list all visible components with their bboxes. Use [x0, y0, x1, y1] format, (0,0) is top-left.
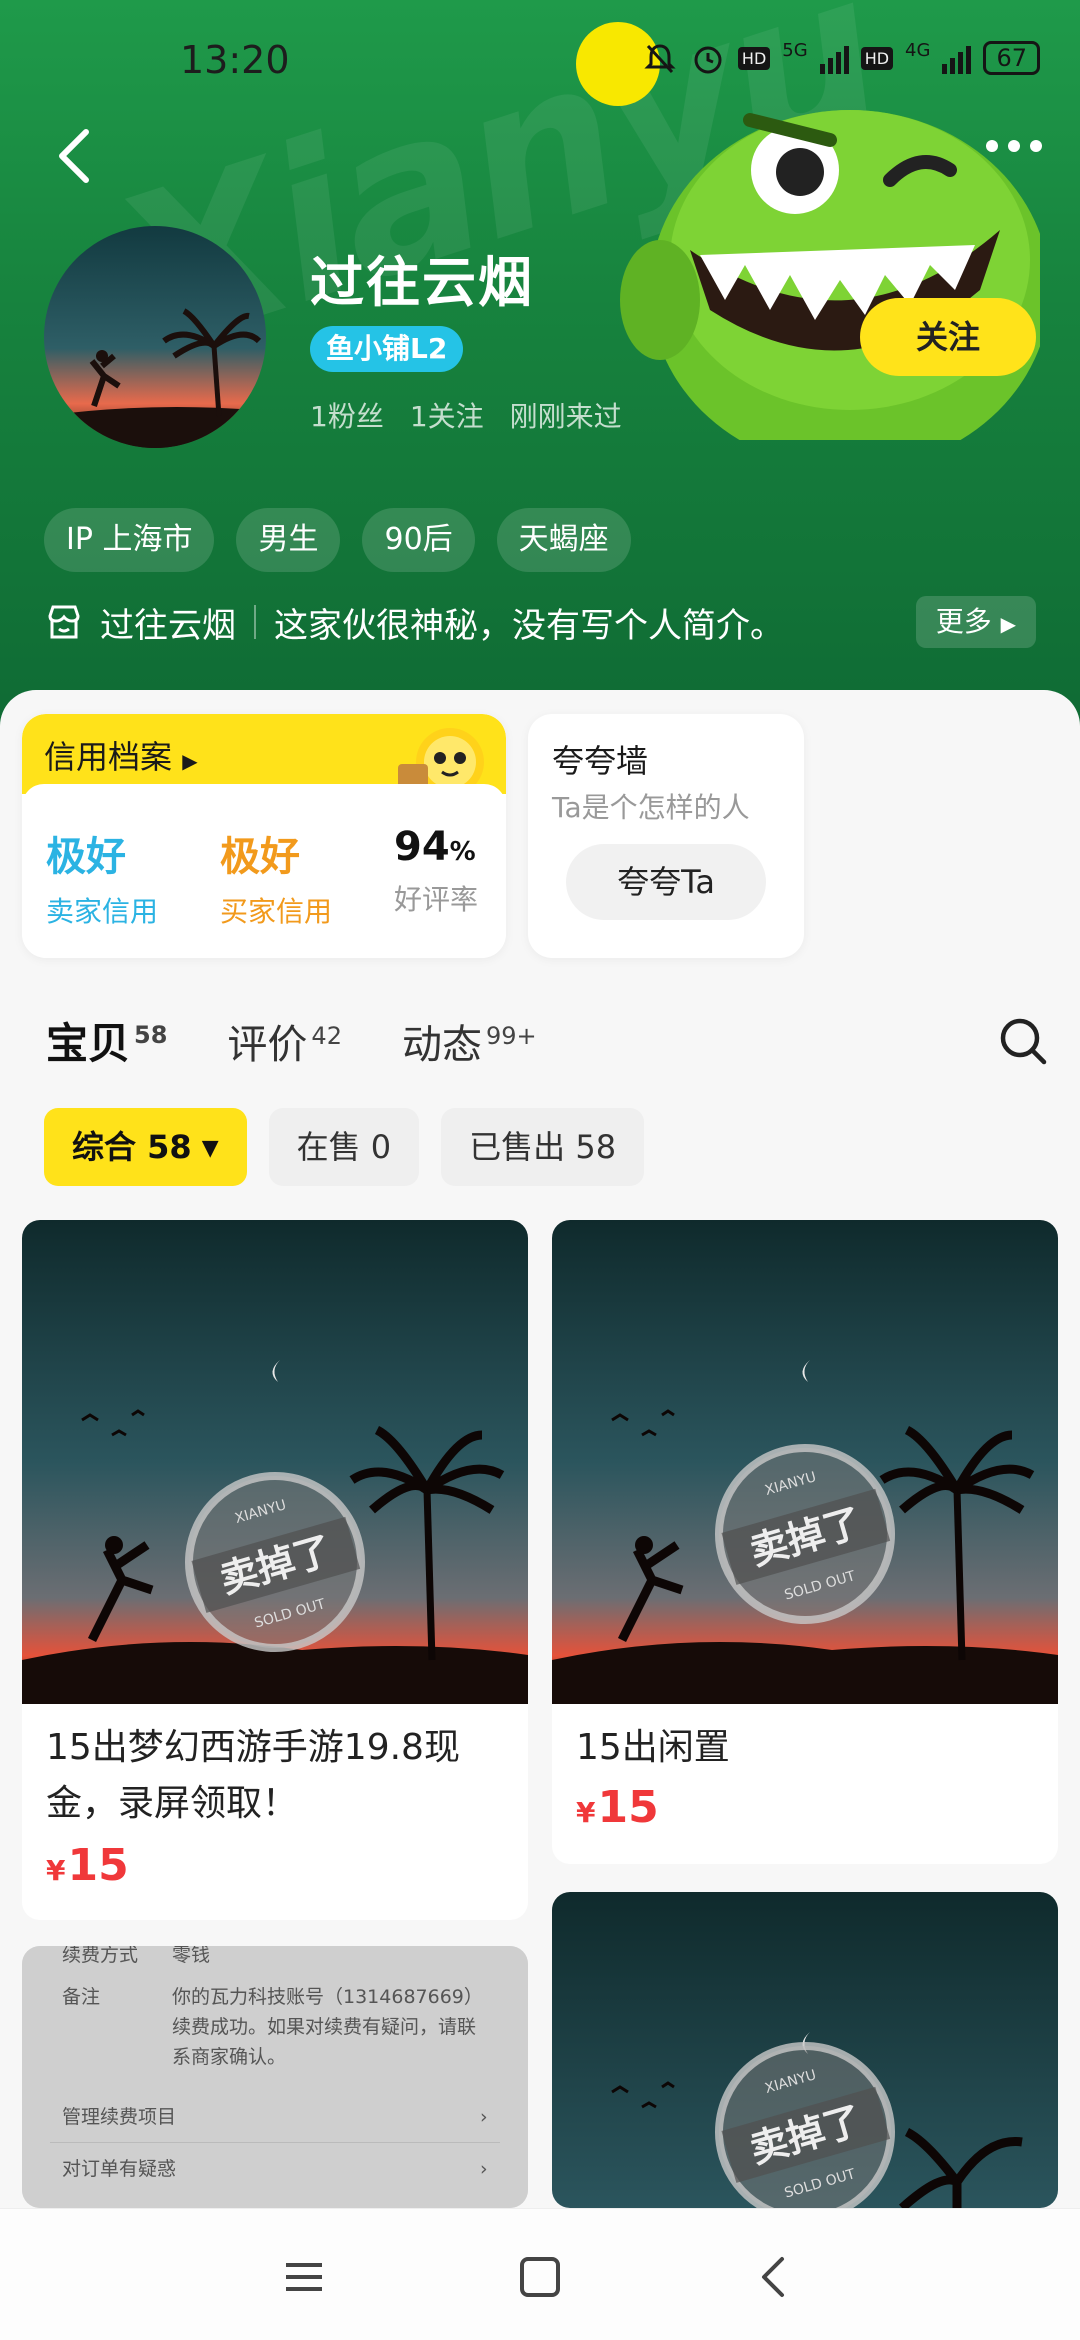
more-dots-icon[interactable] — [986, 140, 1042, 152]
signal-icon — [819, 42, 849, 74]
caret-right-icon: ▶ — [1000, 612, 1016, 636]
product-price: ¥15 — [576, 1782, 659, 1833]
buyer-credit-label: 买家信用 — [220, 895, 333, 928]
praise-wall-card: 夸夸墙 Ta是个怎样的人 夸夸Ta — [528, 714, 804, 958]
receipt-line: 备注 — [62, 1986, 101, 2008]
chevron-right-icon: › — [480, 2106, 488, 2128]
following-count[interactable]: 1关注 — [410, 395, 484, 435]
shop-level-badge[interactable]: 鱼小铺L2 — [310, 326, 464, 372]
credit-title: 信用档案 ▶ — [44, 738, 198, 776]
profile-stats: 1粉丝 1关注 刚刚来过 — [310, 395, 622, 435]
mute-bell-icon — [644, 44, 676, 74]
profile-intro: 过往云烟 这家伙很神秘，没有写个人简介。 更多 ▶ — [44, 592, 1036, 652]
menu-icon[interactable] — [280, 2253, 328, 2301]
store-icon — [48, 605, 80, 639]
back-arrow-icon[interactable] — [46, 120, 106, 190]
seller-credit-value: 极好 — [46, 834, 126, 880]
hd-badge-2: HD — [860, 46, 894, 70]
intro-divider — [254, 605, 256, 639]
last-seen: 刚刚来过 — [509, 400, 622, 433]
profile-tags: IP 上海市 男生 90后 天蝎座 — [44, 508, 631, 572]
receipt-line: 对订单有疑惑 — [62, 2158, 177, 2180]
content-tabs: 宝贝 58 评价 42 动态 99+ — [46, 1010, 537, 1080]
product-price: ¥15 — [46, 1840, 129, 1891]
filter-bar: 综合 58 ▼ 在售 0 已售出 58 — [44, 1108, 645, 1186]
status-bar: 13:20 HD 5G HD 4G 67 — [0, 0, 1080, 120]
fans-count[interactable]: 1粉丝 — [310, 395, 384, 435]
positive-rate: 94% 好评率 — [394, 824, 478, 918]
tag-age: 90后 — [362, 508, 475, 572]
praise-subtitle: Ta是个怎样的人 — [552, 791, 750, 824]
product-card[interactable]: 卖掉了 XIANYU SOLD OUT — [552, 1892, 1058, 2208]
positive-rate-unit: % — [449, 837, 476, 867]
receipt-line: 你的瓦力科技账号（1314687669）续费成功。如果对续费有疑问，请联系商家确… — [172, 1986, 483, 2068]
product-card[interactable]: 续费方式 零钱 备注 你的瓦力科技账号（1314687669）续费成功。如果对续… — [22, 1946, 528, 2208]
credit-profile-card[interactable]: 信用档案 ▶ 极好 卖家信用 极好 买家信用 94% 好评率 — [22, 714, 506, 958]
tab-moments[interactable]: 动态 99+ — [402, 1012, 537, 1070]
tag-zodiac: 天蝎座 — [496, 508, 631, 572]
tab-reviews[interactable]: 评价 42 — [227, 1012, 342, 1070]
signal-icon-2 — [942, 42, 972, 74]
product-card[interactable]: 卖掉了 XIANYU SOLD OUT 15出闲置 ¥15 — [552, 1220, 1058, 1864]
positive-rate-label: 好评率 — [394, 883, 479, 916]
seller-credit-label: 卖家信用 — [46, 895, 159, 928]
status-time: 13:20 — [180, 38, 290, 82]
intro-more-label: 更多 — [935, 605, 992, 638]
battery-indicator: 67 — [983, 41, 1040, 75]
nickname: 过往云烟 — [310, 251, 534, 314]
praise-title: 夸夸墙 — [552, 742, 649, 780]
follow-button[interactable]: 关注 — [860, 298, 1036, 376]
intro-text: 这家伙很神秘，没有写个人简介。 — [274, 605, 784, 646]
filter-sold[interactable]: 已售出 58 — [441, 1108, 645, 1186]
seller-credit: 极好 卖家信用 — [46, 824, 158, 930]
alarm-icon — [694, 46, 722, 74]
profile-header: Xianyu 13:20 HD 5G HD 4G 67 过往云烟 鱼小铺L2 1… — [0, 0, 1080, 740]
tag-gender: 男生 — [236, 508, 341, 572]
chevron-right-icon: › — [480, 2158, 488, 2180]
intro-more-button[interactable]: 更多 ▶ — [915, 596, 1036, 648]
receipt-line: 管理续费项目 — [62, 2106, 177, 2128]
system-navigation-bar — [0, 2208, 1080, 2340]
home-icon[interactable] — [516, 2253, 564, 2301]
tag-ip: IP 上海市 — [44, 508, 215, 572]
product-title: 15出梦幻西游手游19.8现金，录屏领取！ — [46, 1727, 460, 1824]
receipt-line: 零钱 — [172, 1946, 211, 1966]
filter-all[interactable]: 综合 58 ▼ — [44, 1108, 247, 1186]
network-4g-label: 4G — [905, 40, 931, 61]
receipt-line: 续费方式 — [62, 1946, 139, 1966]
buyer-credit-value: 极好 — [220, 834, 300, 880]
search-icon[interactable] — [996, 1014, 1050, 1068]
status-icons: HD 5G HD 4G 67 — [642, 40, 1040, 76]
positive-rate-value: 94 — [394, 824, 450, 870]
avatar[interactable] — [44, 226, 266, 448]
back-icon[interactable] — [752, 2253, 800, 2301]
praise-button[interactable]: 夸夸Ta — [566, 844, 766, 920]
caret-down-icon: ▼ — [201, 1136, 219, 1161]
receipt-image: 续费方式 零钱 备注 你的瓦力科技账号（1314687669）续费成功。如果对续… — [22, 1946, 528, 2208]
tab-items[interactable]: 宝贝 58 — [46, 1010, 167, 1071]
filter-on-sale[interactable]: 在售 0 — [268, 1108, 420, 1186]
buyer-credit: 极好 买家信用 — [220, 824, 332, 930]
product-card[interactable]: 卖掉了 XIANYU SOLD OUT 15出梦幻西游手游19.8现金，录屏领取… — [22, 1220, 528, 1920]
intro-name: 过往云烟 — [100, 605, 236, 646]
network-5g-label: 5G — [782, 40, 808, 61]
hd-badge: HD — [737, 46, 771, 70]
caret-right-icon: ▶ — [182, 749, 198, 773]
product-title: 15出闲置 — [576, 1727, 730, 1768]
